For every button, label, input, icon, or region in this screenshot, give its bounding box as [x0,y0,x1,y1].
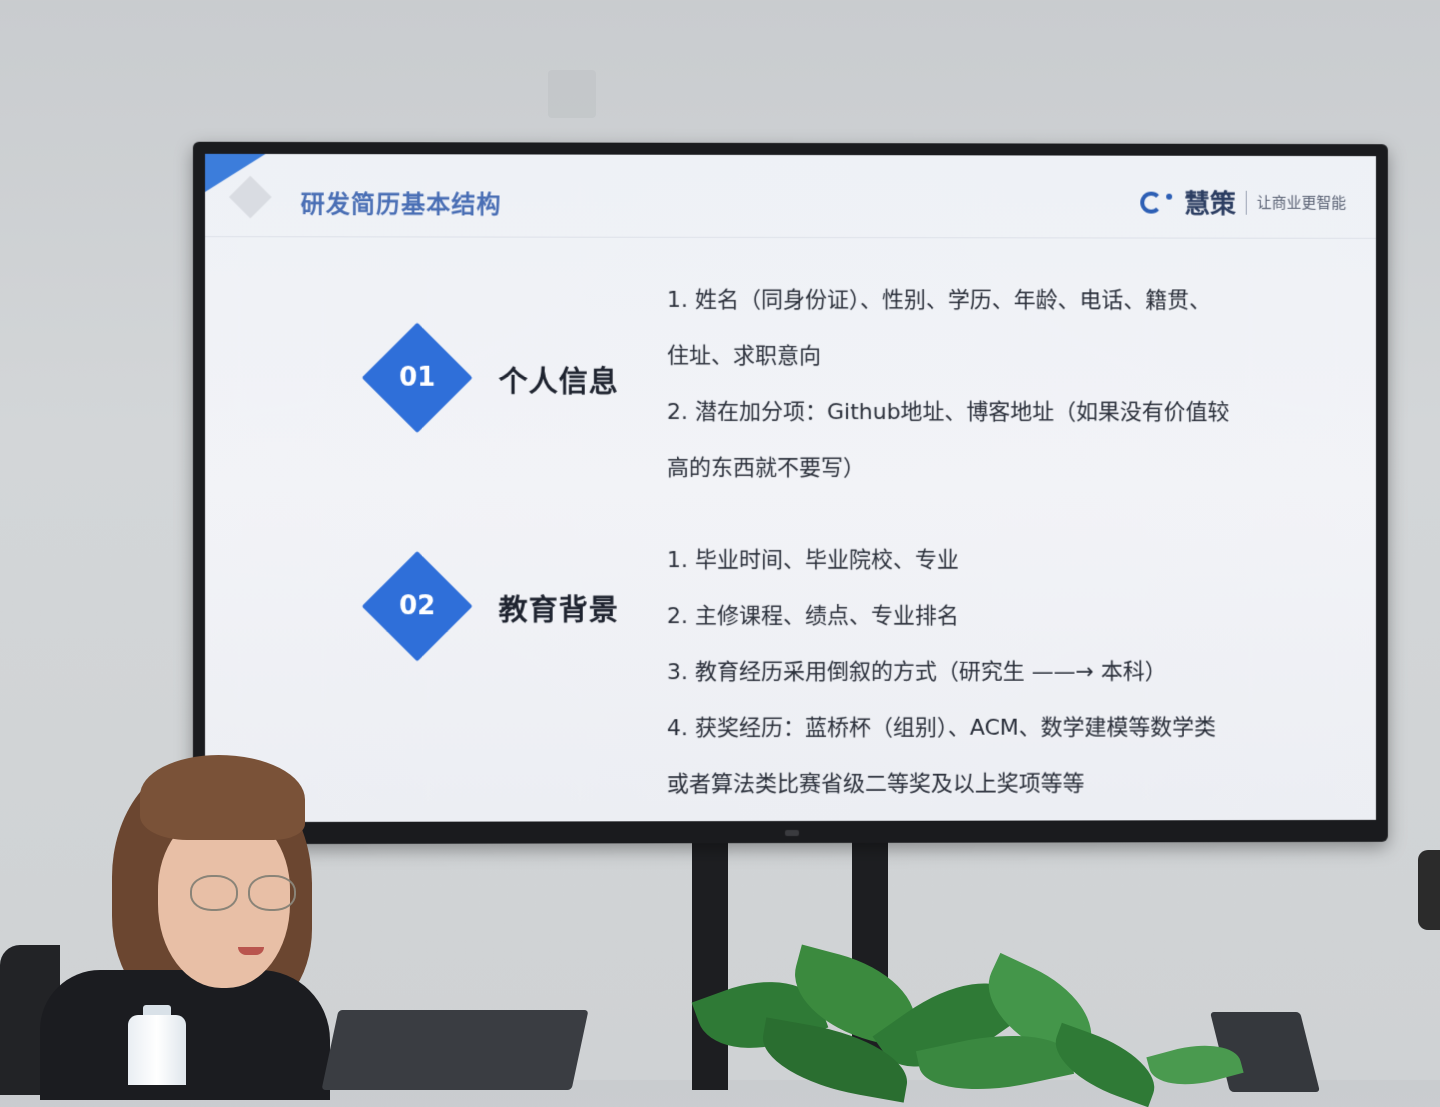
title-divider [205,236,1376,239]
bangs [140,755,305,840]
tv-stand-left [692,840,728,1090]
section-01-number: 01 [399,362,436,393]
brand-slogan: 让商业更智能 [1256,193,1347,212]
brand-name: 慧策 [1184,189,1236,220]
list-item: 3. 教育经历采用倒叙的方式（研究生 ——→ 本科） [666,659,1167,686]
glasses [190,875,300,911]
slide: 研发简历基本结构 慧策 让商业更智能 01 个人信息 1. 姓名（同身份证）、性… [205,153,1376,823]
slide-title: 研发简历基本结构 [300,190,502,219]
water-bottle [128,1015,186,1085]
laptop-left [321,1010,589,1090]
brand-divider [1245,190,1247,215]
list-item: 1. 毕业时间、毕业院校、专业 [666,547,959,574]
section-02-items: 1. 毕业时间、毕业院校、专业 2. 主修课程、绩点、专业排名 3. 教育经历采… [667,533,1216,813]
brand-logo-icon [1140,189,1174,215]
mouth [238,947,264,955]
brand: 慧策 让商业更智能 [1140,184,1346,221]
wall-plate [548,70,596,118]
list-item: 或者算法类比赛省级二等奖及以上奖项等等 [666,771,1085,798]
background-object [1418,850,1440,930]
section-01-title: 个人信息 [498,364,619,399]
list-item: 1. 姓名（同身份证）、性别、学历、年龄、电话、籍贯、 [666,287,1211,314]
list-item: 2. 主修课程、绩点、专业排名 [666,603,959,630]
tv-logo [785,829,799,837]
list-item: 4. 获奖经历：蓝桥杯（组别）、ACM、数学建模等数学类 [666,715,1216,742]
section-02-number: 02 [399,591,436,622]
section-02-title: 教育背景 [498,593,619,628]
list-item: 2. 潜在加分项：Github地址、博客地址（如果没有价值较 [666,399,1230,426]
section-01-items: 1. 姓名（同身份证）、性别、学历、年龄、电话、籍贯、 住址、求职意向 2. 潜… [667,273,1230,497]
list-item: 住址、求职意向 [666,343,822,370]
list-item: 高的东西就不要写） [666,455,865,482]
tv-display: 研发简历基本结构 慧策 让商业更智能 01 个人信息 1. 姓名（同身份证）、性… [192,141,1388,845]
